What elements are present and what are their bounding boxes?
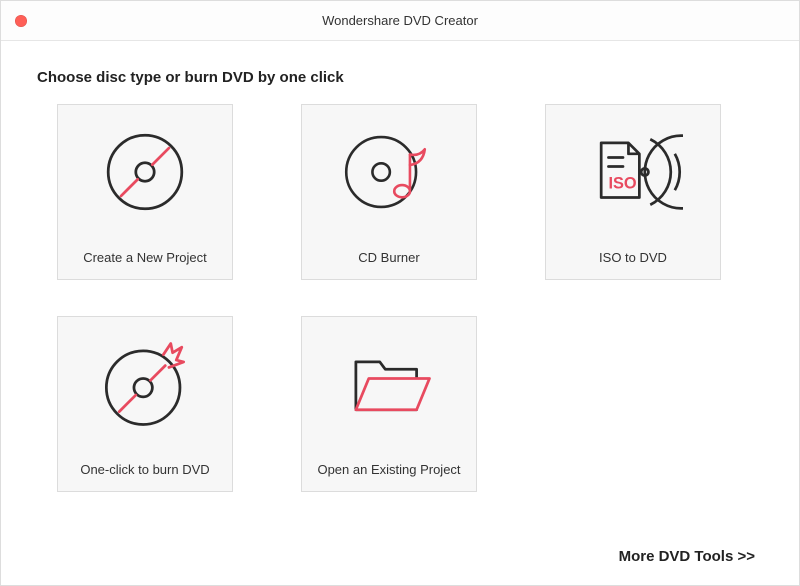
card-label: One-click to burn DVD bbox=[74, 450, 215, 491]
content-area: Choose disc type or burn DVD by one clic… bbox=[1, 41, 799, 585]
option-grid: Create a New Project CD Burner bbox=[37, 104, 763, 492]
card-one-click-burn[interactable]: One-click to burn DVD bbox=[57, 316, 233, 492]
disc-icon bbox=[58, 105, 232, 238]
card-label: ISO to DVD bbox=[593, 238, 673, 279]
card-open-existing[interactable]: Open an Existing Project bbox=[301, 316, 477, 492]
close-button[interactable] bbox=[15, 15, 27, 27]
disc-flame-icon bbox=[58, 317, 232, 450]
card-new-project[interactable]: Create a New Project bbox=[57, 104, 233, 280]
card-label: Create a New Project bbox=[77, 238, 213, 279]
folder-open-icon bbox=[302, 317, 476, 450]
card-iso-to-dvd[interactable]: ISO ISO to DVD bbox=[545, 104, 721, 280]
card-cd-burner[interactable]: CD Burner bbox=[301, 104, 477, 280]
page-heading: Choose disc type or burn DVD by one clic… bbox=[37, 69, 763, 86]
iso-disc-icon: ISO bbox=[546, 105, 720, 238]
footer: More DVD Tools >> bbox=[37, 534, 763, 575]
window-title: Wondershare DVD Creator bbox=[1, 13, 799, 28]
disc-music-icon bbox=[302, 105, 476, 238]
card-label: CD Burner bbox=[352, 238, 425, 279]
svg-text:ISO: ISO bbox=[608, 174, 636, 192]
app-window: Wondershare DVD Creator Choose disc type… bbox=[0, 0, 800, 586]
card-label: Open an Existing Project bbox=[311, 450, 466, 491]
titlebar: Wondershare DVD Creator bbox=[1, 1, 799, 41]
more-dvd-tools-link[interactable]: More DVD Tools >> bbox=[619, 548, 755, 565]
